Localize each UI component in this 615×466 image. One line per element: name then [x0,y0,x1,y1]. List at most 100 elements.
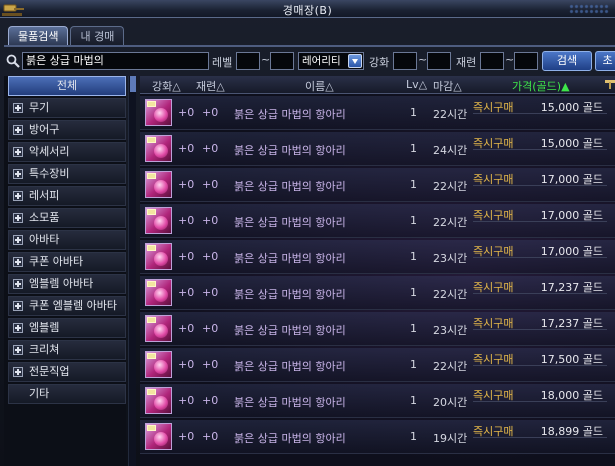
category-label: 엠블렘 아바타 [29,277,94,290]
item-name: 붉은 상급 마법의 항아리 [234,360,346,373]
auction-window: 경매장(B) 물품검색 내 경매 붉은 상급 마법의 레벨 ~ 레어리티 강화 … [0,0,615,466]
expand-plus-icon[interactable] [13,125,23,135]
scrollbar-thumb[interactable] [130,76,136,92]
category-special-equipment[interactable]: 특수장비 [8,164,126,184]
listing-row[interactable]: +0 +0 붉은 상급 마법의 항아리 1 22시간 즉시구매 17,500 골… [140,348,615,382]
price-divider [473,329,607,343]
title-decoration [569,4,609,14]
col-enhance-header[interactable]: 강화△ [152,78,181,94]
category-avatar[interactable]: 아바타 [8,230,126,250]
level-value: 1 [410,358,417,371]
category-consumable[interactable]: 소모품 [8,208,126,228]
item-name: 붉은 상급 마법의 항아리 [234,252,346,265]
category-label: 악세서리 [29,145,70,158]
col-deadline-header[interactable]: 마감△ [433,78,462,94]
level-value: 1 [410,394,417,407]
refine-max-input[interactable] [514,52,538,70]
expand-plus-icon[interactable] [13,191,23,201]
col-price-header[interactable]: 가격(골드)▲ [512,78,570,94]
category-scrollbar[interactable] [128,76,136,466]
chevron-down-icon[interactable] [348,54,362,68]
refine-value: +0 [202,322,219,335]
potion-jar-icon [145,315,172,342]
category-creature[interactable]: 크리쳐 [8,340,126,360]
level-value: 1 [410,430,417,443]
search-button[interactable]: 검색 [542,51,592,71]
enhance-max-input[interactable] [427,52,451,70]
expand-plus-icon[interactable] [13,235,23,245]
search-input[interactable]: 붉은 상급 마법의 [22,52,209,70]
time-left: 23시간 [433,324,468,337]
level-max-input[interactable] [270,52,294,70]
price-divider [473,185,607,199]
price-divider [473,257,607,271]
refine-value: +0 [202,142,219,155]
listing-row[interactable]: +0 +0 붉은 상급 마법의 항아리 1 22시간 즉시구매 17,237 골… [140,276,615,310]
rarity-select[interactable]: 레어리티 [298,52,364,70]
expand-plus-icon[interactable] [13,367,23,377]
price-divider [473,293,607,307]
category-coupon-emblem-avatar[interactable]: 쿠폰 엠블렘 아바타 [8,296,126,316]
price-divider [473,401,607,415]
listing-row[interactable]: +0 +0 붉은 상급 마법의 항아리 1 22시간 즉시구매 15,000 골… [140,96,615,130]
category-weapon[interactable]: 무기 [8,98,126,118]
level-value: 1 [410,178,417,191]
potion-jar-icon [145,135,172,162]
level-min-input[interactable] [236,52,260,70]
refine-min-input[interactable] [480,52,504,70]
category-accessory[interactable]: 악세서리 [8,142,126,162]
category-etc[interactable]: 기타 [8,384,126,404]
category-emblem-avatar[interactable]: 엠블렘 아바타 [8,274,126,294]
listing-row[interactable]: +0 +0 붉은 상급 마법의 항아리 1 19시간 즉시구매 18,899 골… [140,420,615,454]
category-emblem[interactable]: 엠블렘 [8,318,126,338]
category-armor[interactable]: 방어구 [8,120,126,140]
category-all[interactable]: 전체 [8,76,126,96]
item-name: 붉은 상급 마법의 항아리 [234,396,346,409]
expand-plus-icon[interactable] [13,279,23,289]
category-label: 소모품 [29,211,60,224]
potion-jar-icon [145,387,172,414]
search-bar: 붉은 상급 마법의 레벨 ~ 레어리티 강화 ~ 재련 ~ 검색 초 [4,51,615,72]
item-name: 붉은 상급 마법의 항아리 [234,144,346,157]
listing-row[interactable]: +0 +0 붉은 상급 마법의 항아리 1 22시간 즉시구매 17,000 골… [140,168,615,202]
col-refine-header[interactable]: 재련△ [196,78,225,94]
title-bar[interactable]: 경매장(B) [0,0,615,18]
listing-row[interactable]: +0 +0 붉은 상급 마법의 항아리 1 22시간 즉시구매 17,000 골… [140,204,615,238]
refine-value: +0 [202,430,219,443]
expand-plus-icon[interactable] [13,169,23,179]
enhance-value: +0 [178,322,195,335]
expand-plus-icon[interactable] [13,257,23,267]
expand-plus-icon[interactable] [13,147,23,157]
listing-row[interactable]: +0 +0 붉은 상급 마법의 항아리 1 24시간 즉시구매 15,000 골… [140,132,615,166]
tab-item-search[interactable]: 물품검색 [8,26,69,46]
expand-plus-icon[interactable] [13,103,23,113]
item-name: 붉은 상급 마법의 항아리 [234,180,346,193]
refine-value: +0 [202,178,219,191]
time-left: 24시간 [433,144,468,157]
category-profession[interactable]: 전문직업 [8,362,126,382]
potion-jar-icon [145,171,172,198]
tab-my-auctions[interactable]: 내 경매 [70,26,125,46]
category-label: 크리쳐 [29,343,60,356]
expand-plus-icon[interactable] [13,301,23,311]
expand-plus-icon[interactable] [13,345,23,355]
expand-plus-icon[interactable] [13,323,23,333]
col-level-header[interactable]: Lv△ [406,78,427,91]
category-label: 전체 [56,79,78,92]
time-left: 22시간 [433,360,468,373]
expand-plus-icon[interactable] [13,213,23,223]
refine-tilde: ~ [505,53,515,66]
enhance-value: +0 [178,430,195,443]
reset-button[interactable]: 초 [595,51,615,71]
category-coupon-avatar[interactable]: 쿠폰 아바타 [8,252,126,272]
listing-row[interactable]: +0 +0 붉은 상급 마법의 항아리 1 20시간 즉시구매 18,000 골… [140,384,615,418]
enhance-min-input[interactable] [393,52,417,70]
potion-jar-icon [145,99,172,126]
tab-divider [4,45,615,47]
price-divider [473,365,607,379]
category-label: 엠블렘 [29,321,60,334]
listing-row[interactable]: +0 +0 붉은 상급 마법의 항아리 1 23시간 즉시구매 17,000 골… [140,240,615,274]
category-recipe[interactable]: 레서피 [8,186,126,206]
listing-row[interactable]: +0 +0 붉은 상급 마법의 항아리 1 23시간 즉시구매 17,237 골… [140,312,615,346]
col-name-header[interactable]: 이름△ [305,78,334,94]
